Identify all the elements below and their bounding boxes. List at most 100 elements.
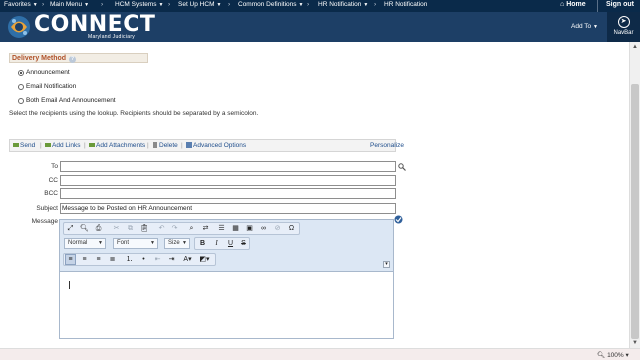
radio-email-notification[interactable]: Email Notification — [18, 83, 76, 90]
replace-icon[interactable]: ⇄ — [200, 223, 211, 234]
radio-checked-icon[interactable] — [18, 69, 24, 76]
strikethrough-icon[interactable]: S — [238, 238, 249, 249]
zoom-control[interactable]: 🔍︎ 100% ▾ — [597, 351, 629, 359]
link-icon[interactable]: ∞ — [258, 223, 269, 234]
top-nav-bar: Favorites ▼ › Main Menu ▼ › HCM Systems ▼ ›… — [0, 0, 640, 12]
font-dropdown[interactable]: Font ▼ — [113, 238, 158, 249]
scroll-thumb[interactable] — [631, 84, 639, 339]
breadcrumb-label: Common Definitions — [238, 1, 297, 8]
radio-announcement[interactable]: Announcement — [18, 69, 70, 76]
recipient-instructions: Select the recipients using the lookup. … — [9, 110, 259, 117]
bold-icon[interactable]: B — [197, 238, 208, 249]
navbar-button[interactable]: ➤ NavBar — [607, 12, 640, 42]
maximize-icon[interactable]: ⤢ — [65, 223, 76, 234]
home-label: Home — [566, 1, 586, 8]
add-to-label: Add To — [571, 23, 592, 30]
browser-status-bar: 🔍︎ 100% ▾ — [0, 348, 640, 360]
options-icon — [186, 142, 192, 148]
radio-unchecked-icon[interactable] — [18, 83, 24, 90]
navbar-label: NavBar — [613, 30, 634, 36]
breadcrumb-set-up-hcm[interactable]: Set Up HCM ▼ — [178, 1, 221, 8]
connect-logo-icon — [8, 16, 30, 38]
bcc-field[interactable] — [60, 188, 396, 199]
redo-icon[interactable]: ↷ — [169, 223, 180, 234]
bcc-label: BCC — [44, 190, 58, 197]
align-left-icon[interactable]: ≡ — [65, 254, 76, 265]
copy-icon[interactable]: ⧉ — [125, 223, 136, 234]
text-color-icon[interactable]: A▾ — [182, 254, 193, 265]
cc-field[interactable] — [60, 175, 396, 186]
message-editor: ⤢ 🔍︎ ⎙ ✂ ⧉ 📋︎ ↶ ↷ ⌕ ⇄ ☰ ▦ ▣ ∞ ⊘ Ω Normal… — [59, 219, 394, 339]
paste-icon[interactable]: 📋︎ — [139, 223, 150, 234]
radio-label: Announcement — [26, 69, 70, 76]
vertical-scrollbar[interactable]: ▲ ▼ — [629, 42, 640, 348]
action-toolbar: Send | Add Links | Add Attachments | Del… — [9, 139, 404, 152]
add-to-menu[interactable]: Add To ▼ — [571, 23, 598, 30]
breadcrumb-label: HCM Systems — [115, 1, 157, 8]
spell-check-icon[interactable] — [394, 215, 403, 224]
main-menu-label: Main Menu — [50, 1, 83, 8]
image-icon[interactable]: ▣ — [244, 223, 255, 234]
add-attachments-button[interactable]: Add Attachments — [89, 142, 145, 149]
unlink-icon[interactable]: ⊘ — [272, 223, 283, 234]
print-icon[interactable]: ⎙ — [93, 223, 104, 234]
breadcrumb-common-definitions[interactable]: Common Definitions ▼ — [238, 1, 303, 8]
message-label: Message — [31, 218, 58, 225]
to-field[interactable] — [60, 161, 396, 172]
send-icon — [13, 143, 19, 147]
underline-icon[interactable]: U — [225, 238, 236, 249]
subject-label: Subject — [36, 205, 58, 212]
background-color-icon[interactable]: ◩▾ — [199, 254, 210, 265]
preview-icon[interactable]: 🔍︎ — [79, 223, 90, 234]
bulleted-list-icon[interactable]: • — [138, 254, 149, 265]
undo-icon[interactable]: ↶ — [156, 223, 167, 234]
main-menu[interactable]: Main Menu ▼ — [50, 1, 89, 8]
size-value: Size — [168, 240, 180, 246]
radio-unchecked-icon[interactable] — [18, 97, 24, 104]
align-center-icon[interactable]: ≡ — [79, 254, 90, 265]
attachment-icon — [89, 143, 95, 147]
to-label: To — [51, 163, 58, 170]
breadcrumb-hcm-systems[interactable]: HCM Systems ▼ — [115, 1, 163, 8]
logo-subtitle: Maryland Judiciary — [88, 34, 136, 40]
editor-toolbar: ⤢ 🔍︎ ⎙ ✂ ⧉ 📋︎ ↶ ↷ ⌕ ⇄ ☰ ▦ ▣ ∞ ⊘ Ω Normal… — [60, 220, 393, 272]
radio-both[interactable]: Both Email And Announcement — [18, 97, 116, 104]
send-button[interactable]: Send — [13, 142, 35, 149]
home-link[interactable]: ⌂ Home — [560, 1, 586, 8]
radio-label: Both Email And Announcement — [26, 97, 116, 104]
scroll-up-icon[interactable]: ▲ — [632, 44, 638, 50]
table-icon[interactable]: ▦ — [230, 223, 241, 234]
special-character-icon[interactable]: Ω — [286, 223, 297, 234]
radio-label: Email Notification — [26, 83, 77, 90]
sign-out-link[interactable]: Sign out — [606, 1, 634, 8]
add-links-button[interactable]: Add Links — [45, 142, 81, 149]
personalize-link[interactable]: Personalize — [370, 142, 404, 149]
link-icon — [45, 143, 51, 147]
italic-icon[interactable]: I — [211, 238, 222, 249]
breadcrumb-hr-notification[interactable]: HR Notification ▼ — [318, 1, 368, 8]
advanced-options-button[interactable]: Advanced Options — [186, 142, 246, 149]
favorites-label: Favorites — [4, 1, 31, 8]
size-dropdown[interactable]: Size ▼ — [164, 238, 190, 249]
delete-label: Delete — [159, 142, 178, 149]
indent-icon[interactable]: ⇥ — [166, 254, 177, 265]
numbered-list-icon[interactable]: ⒈ — [124, 254, 135, 265]
find-icon[interactable]: ⌕ — [186, 223, 197, 234]
editor-content-area[interactable] — [60, 273, 393, 338]
help-icon[interactable]: ? — [69, 56, 77, 63]
outdent-icon[interactable]: ⇤ — [152, 254, 163, 265]
justify-icon[interactable]: ≣ — [107, 254, 118, 265]
favorites-menu[interactable]: Favorites ▼ — [4, 1, 38, 8]
lookup-search-icon[interactable] — [398, 163, 406, 171]
format-dropdown[interactable]: Normal ▼ — [64, 238, 106, 249]
scroll-down-icon[interactable]: ▼ — [632, 340, 638, 346]
delete-button[interactable]: Delete — [152, 142, 178, 149]
compass-icon: ➤ — [617, 16, 630, 28]
horizontal-line-icon[interactable]: ☰ — [216, 223, 227, 234]
collapse-toolbar-icon[interactable]: ▾ — [383, 261, 390, 268]
cut-icon[interactable]: ✂ — [111, 223, 122, 234]
align-right-icon[interactable]: ≡ — [93, 254, 104, 265]
advanced-options-label: Advanced Options — [193, 142, 247, 149]
breadcrumb-label: Set Up HCM — [178, 1, 215, 8]
subject-field[interactable]: Message to be Posted on HR Announcement — [60, 203, 396, 214]
